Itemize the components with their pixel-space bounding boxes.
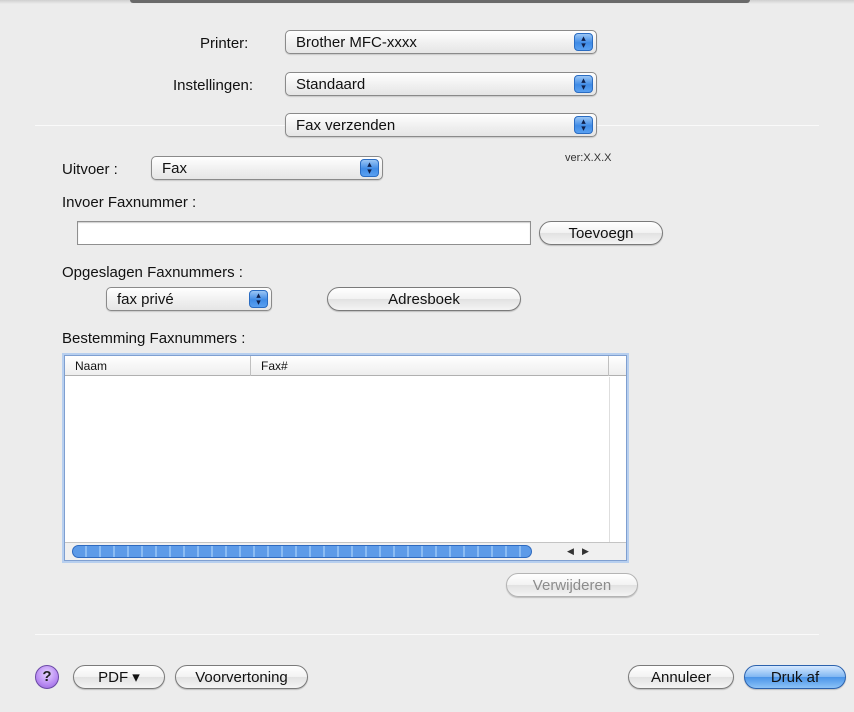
popup-arrows-icon: ▴ ▾ [360, 159, 379, 177]
table-header: Naam Fax# [65, 356, 626, 376]
output-label: Uitvoer : [62, 161, 118, 178]
delete-button[interactable]: Verwijderen [506, 573, 638, 597]
addressbook-button[interactable]: Adresboek [327, 287, 521, 311]
output-popup[interactable]: Fax ▴ ▾ [151, 156, 383, 180]
printer-popup[interactable]: Brother MFC-xxxx ▴ ▾ [285, 30, 597, 54]
popup-arrows-icon: ▴ ▾ [574, 116, 593, 134]
destination-table[interactable]: Naam Fax# ◀ ▶ [64, 355, 627, 561]
add-button[interactable]: Toevoegn [539, 221, 663, 245]
panel-popup[interactable]: Fax verzenden ▴ ▾ [285, 113, 597, 137]
preview-button[interactable]: Voorvertoning [175, 665, 308, 689]
sheet-attachment-bar [130, 0, 750, 3]
popup-arrows-icon: ▴ ▾ [249, 290, 268, 308]
column-header-name[interactable]: Naam [65, 356, 251, 376]
version-label: ver:X.X.X [565, 152, 612, 164]
output-value: Fax [162, 159, 188, 177]
column-header-fax[interactable]: Fax# [251, 356, 609, 376]
destination-label: Bestemming Faxnummers : [62, 330, 246, 347]
print-button[interactable]: Druk af [744, 665, 846, 689]
footer-divider [35, 634, 819, 635]
presets-value: Standaard [296, 75, 366, 93]
presets-label: Instellingen: [173, 77, 254, 94]
scroll-right-icon[interactable]: ▶ [579, 544, 592, 559]
cancel-button[interactable]: Annuleer [628, 665, 734, 689]
popup-arrows-icon: ▴ ▾ [574, 33, 593, 51]
presets-popup[interactable]: Standaard ▴ ▾ [285, 72, 597, 96]
pdf-button[interactable]: PDF ▾ [73, 665, 165, 689]
saved-label: Opgeslagen Faxnummers : [62, 264, 243, 281]
panel-divider-right [597, 125, 819, 126]
fax-number-input[interactable] [77, 221, 531, 245]
vertical-scrollbar[interactable] [609, 377, 626, 542]
scrollbar-thumb[interactable] [72, 545, 532, 558]
printer-label: Printer: [200, 35, 249, 52]
scroll-left-icon[interactable]: ◀ [564, 544, 577, 559]
popup-arrows-icon: ▴ ▾ [574, 75, 593, 93]
saved-value: fax privé [117, 290, 174, 308]
panel-value: Fax verzenden [296, 116, 396, 134]
help-icon[interactable]: ? [35, 665, 59, 689]
horizontal-scrollbar[interactable]: ◀ ▶ [65, 542, 626, 560]
printer-value: Brother MFC-xxxx [296, 33, 417, 51]
panel-divider-left [35, 125, 285, 126]
fax-input-label: Invoer Faxnummer : [62, 194, 197, 211]
saved-popup[interactable]: fax privé ▴ ▾ [106, 287, 272, 311]
